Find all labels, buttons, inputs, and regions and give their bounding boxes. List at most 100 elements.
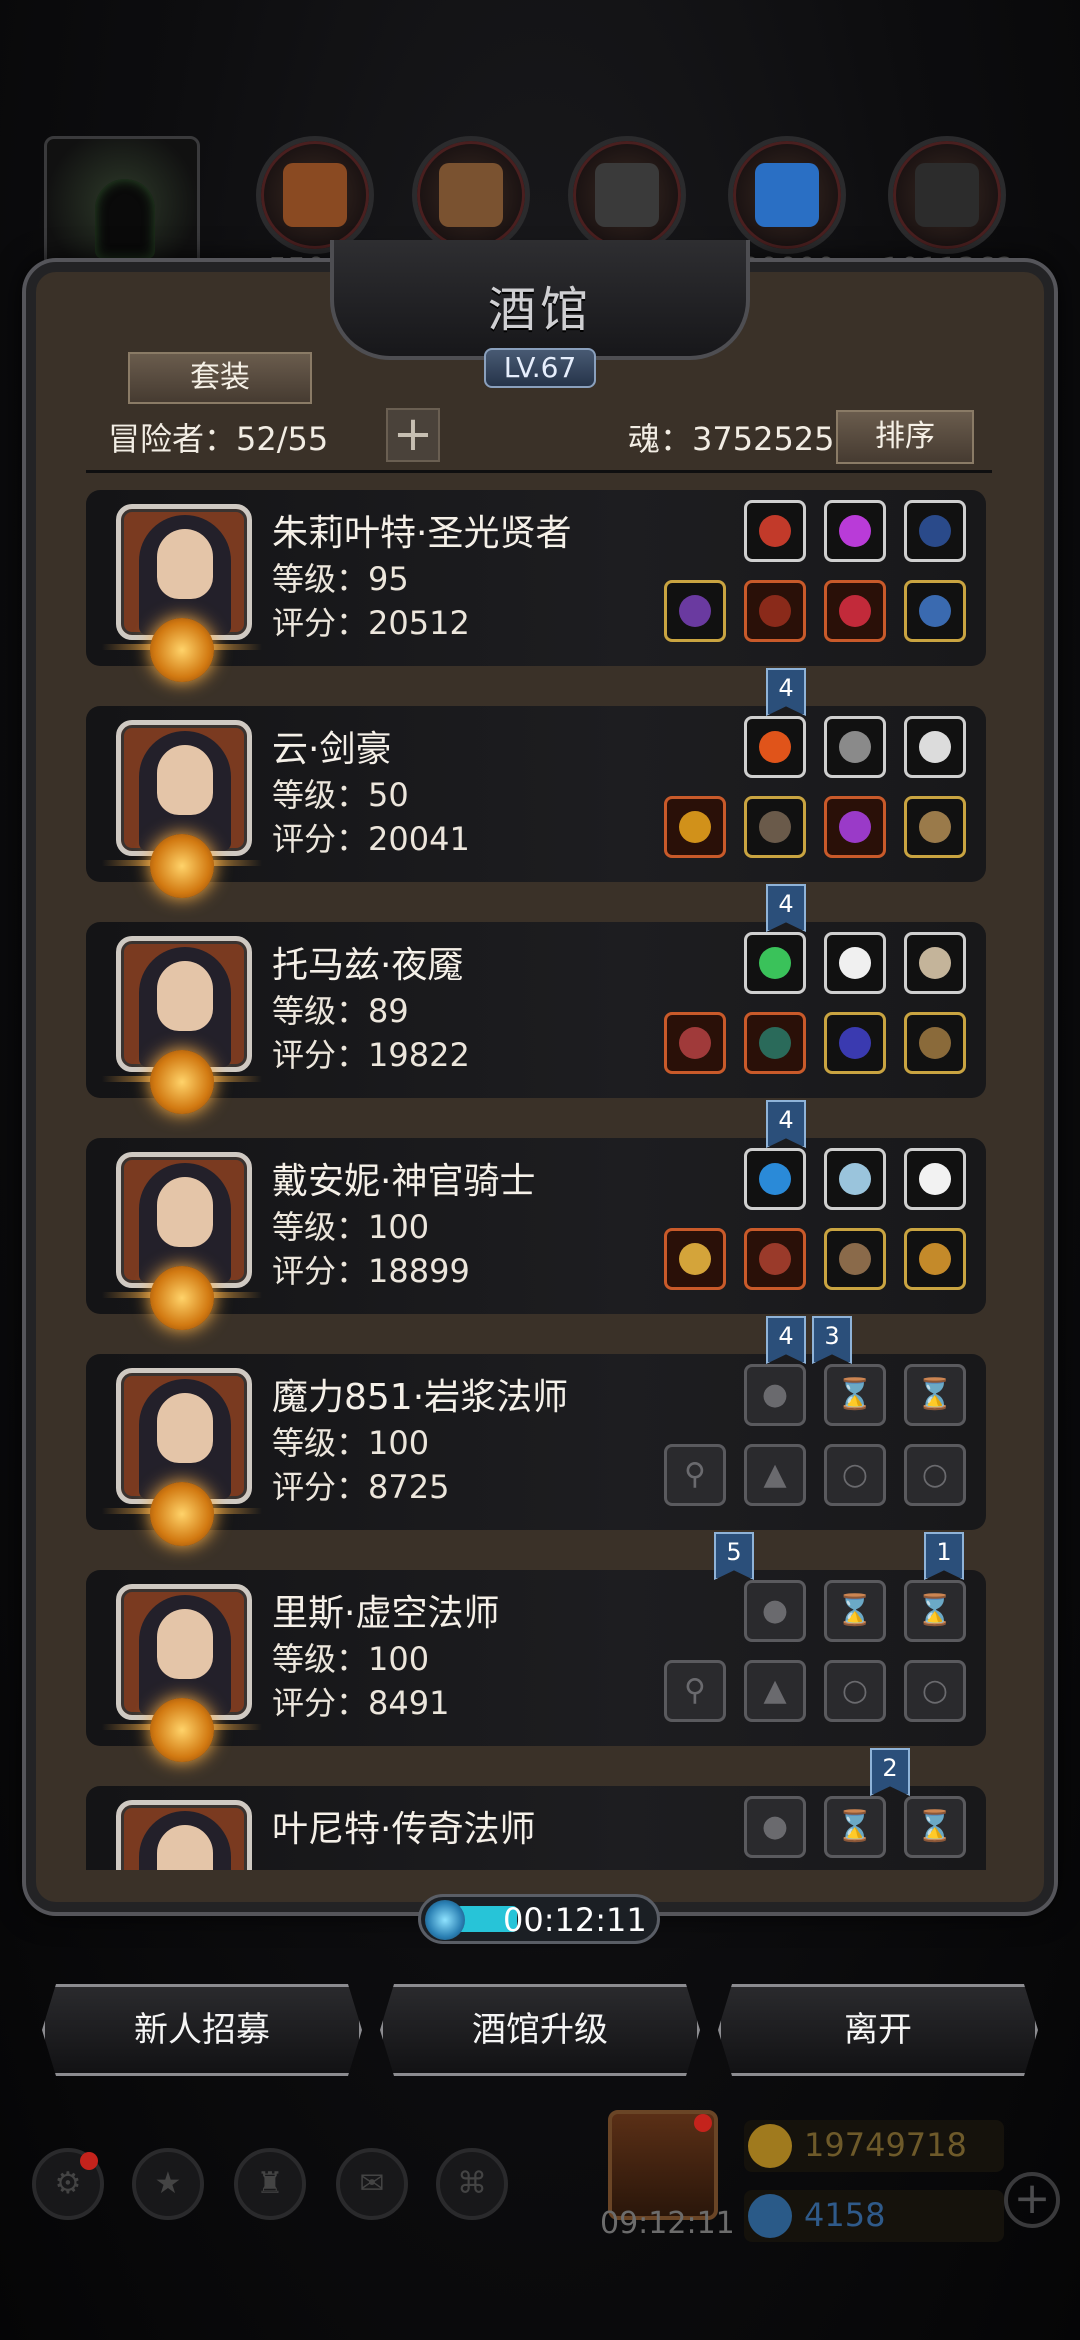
equipment-slot[interactable] xyxy=(664,796,726,858)
gift-chest-icon[interactable] xyxy=(608,2110,718,2220)
hero-face xyxy=(157,961,213,1031)
leave-button[interactable]: 离开 xyxy=(718,1984,1038,2076)
equipment-slot[interactable] xyxy=(904,796,966,858)
equipment-slot[interactable] xyxy=(744,500,806,562)
empty-equipment-slot[interactable]: ⚲ xyxy=(664,1444,726,1506)
ore-resource-icon xyxy=(888,136,1006,254)
hero-row[interactable]: 云·剑豪 等级：50 评分：20041 xyxy=(86,706,992,898)
equipment-slot[interactable] xyxy=(904,716,966,778)
slot-placeholder-icon: ● xyxy=(761,1809,789,1844)
recruit-button[interactable]: 新人招募 xyxy=(42,1984,362,2076)
achievement-icon[interactable]: ★ xyxy=(132,2148,204,2220)
empty-equipment-slot[interactable]: ○ xyxy=(904,1444,966,1506)
equipment-slot[interactable] xyxy=(744,580,806,642)
equipment-slot[interactable] xyxy=(664,1012,726,1074)
empty-equipment-slot[interactable]: ⌛ xyxy=(904,1364,966,1426)
gem-icon xyxy=(748,2194,792,2238)
sort-button[interactable]: 排序 xyxy=(836,410,974,464)
crystal-resource-icon xyxy=(728,136,846,254)
empty-equipment-slot[interactable]: ● xyxy=(744,1796,806,1858)
map-icon[interactable]: ⌘ xyxy=(436,2148,508,2220)
divider xyxy=(86,470,992,473)
slot-placeholder-icon: ○ xyxy=(921,1457,949,1492)
settings-icon[interactable]: ⚙ xyxy=(32,2148,104,2220)
gift-timer: 09:12:11 xyxy=(600,2206,735,2241)
tavern-timer: 00:12:11 xyxy=(418,1894,660,1944)
equipment-slot[interactable] xyxy=(904,1148,966,1210)
equipment-slot[interactable] xyxy=(744,1012,806,1074)
slot-placeholder-icon: ⌛ xyxy=(916,1809,954,1844)
equipment-slot[interactable] xyxy=(824,796,886,858)
equipment-slot[interactable] xyxy=(664,580,726,642)
tavern-level-badge: LV.67 xyxy=(484,348,596,388)
empty-equipment-slot[interactable]: ○ xyxy=(824,1660,886,1722)
hero-portrait[interactable] xyxy=(116,1800,252,1870)
hero-row[interactable]: 朱莉叶特·圣光贤者 等级：95 评分：20512 xyxy=(86,490,992,682)
equipment-slot[interactable] xyxy=(824,1228,886,1290)
equipment-slot[interactable] xyxy=(904,1012,966,1074)
panel-title: 酒馆 xyxy=(487,282,592,338)
hero-rank-badge-icon xyxy=(150,1482,214,1546)
equipment-slot[interactable] xyxy=(744,796,806,858)
slot-placeholder-icon: ⌛ xyxy=(836,1593,874,1628)
plank-resource-icon xyxy=(412,136,530,254)
equipment-slot[interactable] xyxy=(824,1012,886,1074)
hero-face xyxy=(157,1609,213,1679)
tavern-upgrade-button[interactable]: 酒馆升级 xyxy=(380,1984,700,2076)
hero-row[interactable]: 戴安妮·神官骑士 等级：100 评分：18899 xyxy=(86,1138,992,1330)
slot-placeholder-icon: ○ xyxy=(841,1457,869,1492)
item-icon xyxy=(679,1027,711,1059)
item-icon xyxy=(679,1243,711,1275)
item-icon xyxy=(759,1243,791,1275)
item-icon xyxy=(679,811,711,843)
item-icon xyxy=(759,595,791,627)
equipment-slot[interactable] xyxy=(824,1148,886,1210)
notification-dot xyxy=(80,2152,98,2170)
hero-row[interactable]: 叶尼特·传奇法师 ● ⌛ ⌛ xyxy=(86,1786,992,1870)
hero-row[interactable]: 魔力851·岩浆法师 等级：100 评分：8725 ● ⌛ ⌛ ⚲ ▲ ○ ○ xyxy=(86,1354,992,1546)
gem-row: 4158 xyxy=(744,2190,1004,2242)
equipment-slot[interactable] xyxy=(664,1228,726,1290)
empty-equipment-slot[interactable]: ● xyxy=(744,1364,806,1426)
empty-equipment-slot[interactable]: ⌛ xyxy=(904,1580,966,1642)
empty-equipment-slot[interactable]: ● xyxy=(744,1580,806,1642)
empty-equipment-slot[interactable]: ▲ xyxy=(744,1444,806,1506)
equipment-slot[interactable] xyxy=(744,716,806,778)
hero-level: 等级：95 xyxy=(272,560,409,598)
hero-rank-badge-icon xyxy=(150,1050,214,1114)
item-icon xyxy=(759,811,791,843)
equipment-slot[interactable] xyxy=(824,500,886,562)
hero-name: 云·剑豪 xyxy=(272,729,392,770)
suit-button[interactable]: 套装 xyxy=(128,352,312,404)
equipment-slot[interactable] xyxy=(824,580,886,642)
slot-placeholder-icon: ● xyxy=(761,1377,789,1412)
empty-equipment-slot[interactable]: ⌛ xyxy=(824,1364,886,1426)
equipment-slot[interactable] xyxy=(744,1148,806,1210)
hero-list[interactable]: 朱莉叶特·圣光贤者 等级：95 评分：20512 云·剑豪 等级：50 评分：20041 托… xyxy=(86,490,992,1870)
empty-equipment-slot[interactable]: ▲ xyxy=(744,1660,806,1722)
equipment-slot[interactable] xyxy=(744,932,806,994)
hero-score: 评分：8725 xyxy=(272,1468,450,1506)
equipment-slot[interactable] xyxy=(904,580,966,642)
empty-equipment-slot[interactable]: ⌛ xyxy=(824,1580,886,1642)
equipment-slot[interactable] xyxy=(824,932,886,994)
empty-equipment-slot[interactable]: ⚲ xyxy=(664,1660,726,1722)
empty-equipment-slot[interactable]: ⌛ xyxy=(824,1796,886,1858)
equipment-slot[interactable] xyxy=(904,1228,966,1290)
equipment-slot[interactable] xyxy=(904,932,966,994)
empty-equipment-slot[interactable]: ⌛ xyxy=(904,1796,966,1858)
castle-icon[interactable]: ♜ xyxy=(234,2148,306,2220)
add-adventurer-button[interactable]: + xyxy=(386,408,440,462)
equipment-slot[interactable] xyxy=(824,716,886,778)
add-currency-button[interactable]: + xyxy=(1004,2172,1060,2228)
equipment-slot[interactable] xyxy=(904,500,966,562)
empty-equipment-slot[interactable]: ○ xyxy=(904,1660,966,1722)
gem-value: 4158 xyxy=(804,2196,886,2234)
hero-score: 评分：18899 xyxy=(272,1252,470,1290)
slot-placeholder-icon: ▲ xyxy=(763,1673,787,1708)
empty-equipment-slot[interactable]: ○ xyxy=(824,1444,886,1506)
mail-icon[interactable]: ✉ xyxy=(336,2148,408,2220)
hero-row[interactable]: 里斯·虚空法师 等级：100 评分：8491 ● ⌛ ⌛ ⚲ ▲ ○ ○ xyxy=(86,1570,992,1762)
hero-row[interactable]: 托马兹·夜魇 等级：89 评分：19822 xyxy=(86,922,992,1114)
equipment-slot[interactable] xyxy=(744,1228,806,1290)
